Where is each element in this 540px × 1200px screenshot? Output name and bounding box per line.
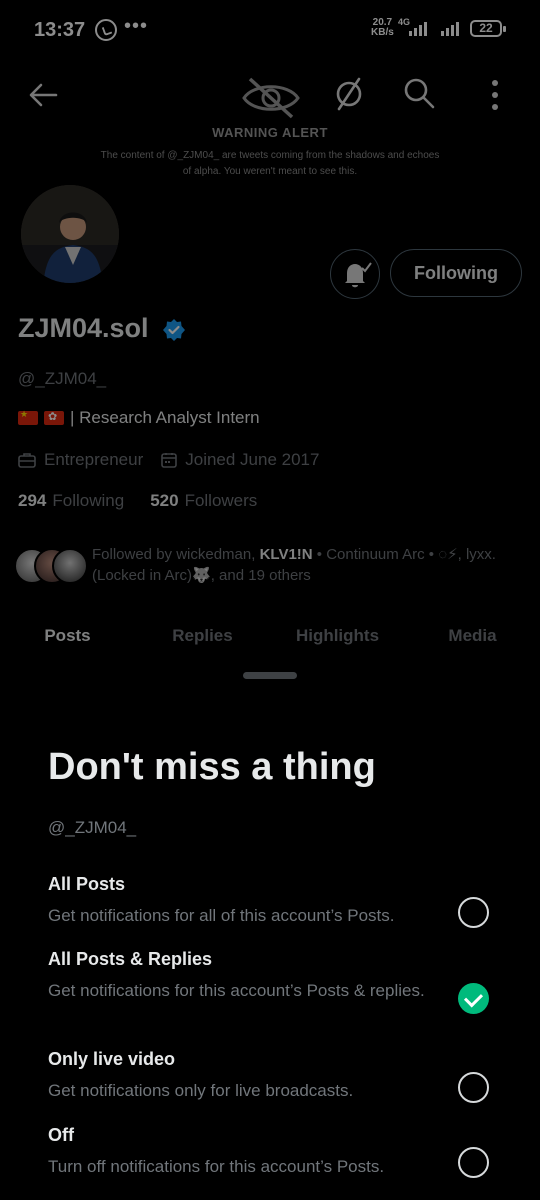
- notification-bell-button[interactable]: [330, 249, 380, 299]
- radio-only-live-video[interactable]: [458, 1072, 489, 1103]
- followers-label: Followers: [184, 491, 258, 510]
- radio-all-posts-replies-checked[interactable]: [458, 983, 489, 1014]
- battery-icon: 22: [470, 20, 506, 37]
- followed-by[interactable]: Followed by wickedman, KLV1!N • Continuu…: [14, 544, 524, 590]
- status-time: 13:37: [34, 19, 86, 41]
- option-description: Get notifications for this account’s Pos…: [48, 981, 425, 1000]
- option-description: Turn off notifications for this account’…: [48, 1157, 385, 1176]
- option-all-posts-replies[interactable]: All Posts & Replies Get notifications fo…: [48, 949, 518, 1003]
- sheet-title: Don't miss a thing: [48, 746, 376, 788]
- back-arrow-icon[interactable]: [28, 82, 58, 108]
- signal-icon: [409, 22, 427, 36]
- option-off[interactable]: Off Turn off notifications for this acco…: [48, 1125, 518, 1179]
- bio: | Research Analyst Intern: [18, 408, 260, 428]
- option-description: Get notifications only for live broadcas…: [48, 1081, 354, 1100]
- sheet-handle: @_ZJM04_: [48, 818, 137, 837]
- profile-meta: Entrepreneur Joined June 2017: [18, 450, 319, 470]
- calendar-icon: [161, 453, 178, 468]
- notification-sheet: Don't miss a thing @_ZJM04_ All Posts Ge…: [0, 670, 540, 1200]
- profile-header: WARNING ALERT The content of @_ZJM04_ ar…: [0, 60, 540, 190]
- status-bar: 13:37 ••• 20.7 KB/s 4G 22: [0, 0, 540, 60]
- tab-posts[interactable]: Posts: [0, 608, 135, 666]
- avatar-image: [21, 185, 119, 283]
- network-speed: 20.7 KB/s: [371, 18, 394, 38]
- option-title: Off: [48, 1125, 74, 1145]
- follower-avatar-3: [52, 548, 88, 584]
- option-description: Get notifications for all of this accoun…: [48, 906, 395, 925]
- crossed-eye-icon: [242, 77, 300, 119]
- china-flag-icon: [18, 409, 38, 425]
- followed-by-text: Followed by wickedman, KLV1!N • Continuu…: [92, 544, 522, 586]
- profile-tabs: Posts Replies Highlights Media: [0, 608, 540, 666]
- tab-replies[interactable]: Replies: [135, 608, 270, 666]
- following-button[interactable]: Following: [390, 249, 522, 297]
- option-title: All Posts & Replies: [48, 949, 213, 969]
- joined-date: Joined June 2017: [185, 450, 320, 469]
- followed-by-prefix: Followed by wickedman,: [92, 546, 260, 563]
- tab-highlights[interactable]: Highlights: [270, 608, 405, 666]
- solana-icon[interactable]: [332, 76, 366, 112]
- briefcase-icon: [18, 453, 36, 468]
- option-title: Only live video: [48, 1049, 176, 1069]
- avatar[interactable]: [18, 182, 122, 286]
- warning-title: WARNING ALERT: [212, 125, 328, 140]
- follow-stats: 294 Following 520 Followers: [18, 491, 257, 511]
- radio-off[interactable]: [458, 1147, 489, 1178]
- option-only-live-video[interactable]: Only live video Get notifications only f…: [48, 1049, 518, 1103]
- whatsapp-icon: [95, 19, 117, 41]
- hong-kong-flag-icon: [44, 410, 64, 425]
- more-vert-icon[interactable]: [488, 78, 502, 112]
- followed-by-bold: KLV1!N: [259, 546, 313, 563]
- option-all-posts[interactable]: All Posts Get notifications for all of t…: [48, 874, 518, 928]
- sheet-grabber[interactable]: [243, 672, 297, 679]
- signal-icon-2: [441, 22, 459, 36]
- following-count: 294: [18, 491, 47, 510]
- display-name: ZJM04.sol: [18, 313, 149, 343]
- following-label: Following: [52, 491, 125, 510]
- speed-unit: KB/s: [371, 27, 394, 38]
- warning-text: The content of @_ZJM04_ are tweets comin…: [100, 150, 440, 177]
- bell-icon: [345, 262, 372, 288]
- following-link[interactable]: 294 Following: [18, 491, 124, 511]
- followers-link[interactable]: 520 Followers: [150, 491, 257, 511]
- more-notifications-icon: •••: [124, 15, 149, 37]
- tab-media[interactable]: Media: [405, 608, 540, 666]
- bio-text: | Research Analyst Intern: [70, 408, 260, 427]
- profession: Entrepreneur: [44, 450, 144, 469]
- verified-icon: [163, 319, 185, 341]
- profile-handle: @_ZJM04_: [18, 369, 107, 388]
- option-title: All Posts: [48, 874, 126, 894]
- radio-all-posts[interactable]: [458, 897, 489, 928]
- search-icon[interactable]: [402, 76, 436, 110]
- followers-count: 520: [150, 491, 179, 510]
